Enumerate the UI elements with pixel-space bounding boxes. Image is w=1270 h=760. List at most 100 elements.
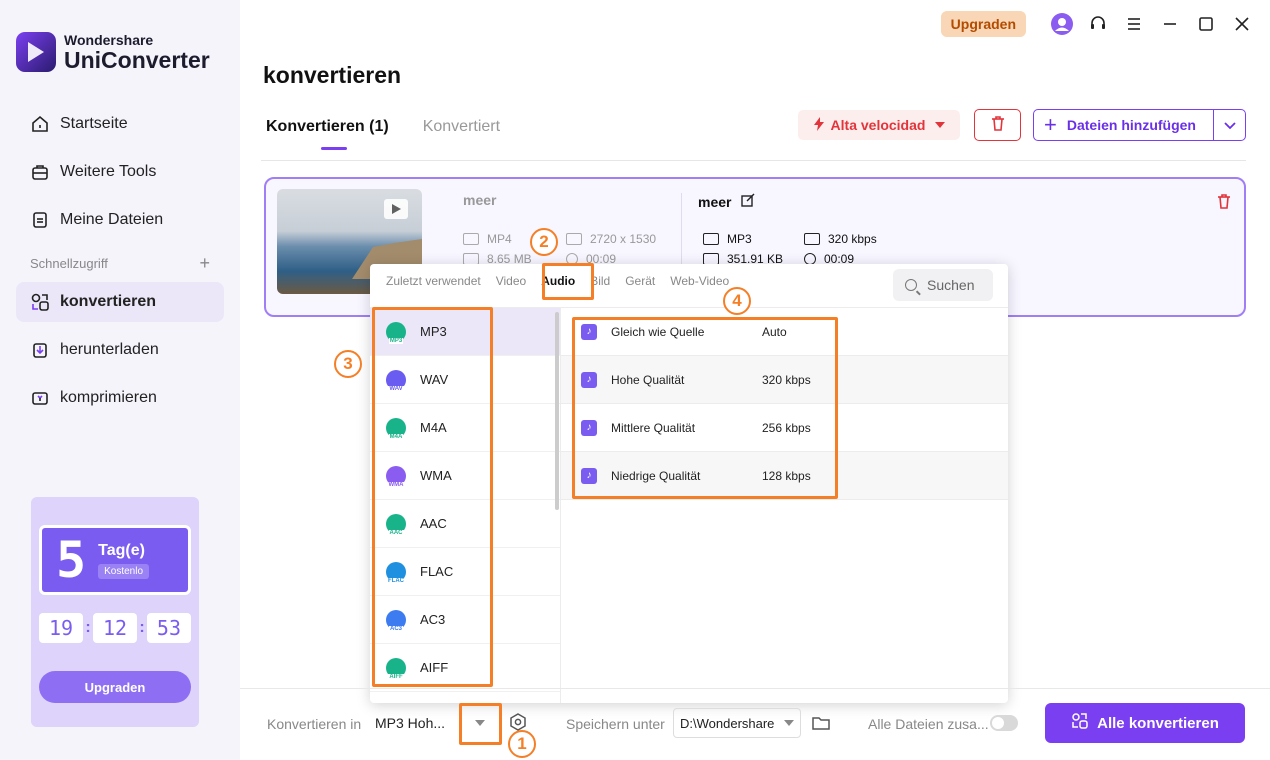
annotation-number-4: 4 (723, 287, 751, 315)
play-icon[interactable] (384, 199, 408, 219)
target-format-value: MP3 (727, 232, 752, 246)
tab-video[interactable]: Video (496, 274, 526, 294)
annotation-box-4 (572, 317, 838, 499)
chevron-down-icon (935, 122, 946, 128)
save-path-select[interactable]: D:\Wondershare (673, 708, 801, 738)
download-icon (30, 340, 50, 360)
home-icon (30, 114, 50, 134)
timer-hours: 19 (39, 613, 83, 643)
quick-access-section: Schnellzugriff + (16, 248, 224, 278)
menu-icon[interactable] (1120, 10, 1148, 38)
sidebar: Wondershare UniConverter Startseite Weit… (0, 0, 240, 760)
trial-days-panel: 5 Tag(e) Kostenlo (39, 525, 191, 595)
maximize-icon[interactable] (1192, 10, 1220, 38)
sidebar-item-meine-dateien[interactable]: Meine Dateien (16, 200, 224, 240)
timer-separator: : (85, 619, 91, 636)
save-to-label: Speichern unter (566, 716, 665, 732)
brand: Wondershare UniConverter (16, 32, 210, 72)
plus-icon[interactable]: + (199, 253, 210, 274)
save-path-value: D:\Wondershare (680, 715, 775, 731)
quick-access-label: Schnellzugriff (30, 255, 108, 271)
trash-icon[interactable] (1216, 193, 1232, 214)
target-bitrate-value: 320 kbps (828, 232, 877, 246)
convert-icon (1071, 712, 1089, 734)
main-tabs: Konvertieren (1) Konvertiert (266, 118, 534, 150)
delete-all-button[interactable] (974, 109, 1021, 141)
tab-web-video[interactable]: Web-Video (670, 274, 729, 294)
toolbox-icon (30, 162, 50, 182)
convert-icon (30, 292, 50, 312)
trial-days-label: Tag(e) (98, 541, 145, 559)
image-icon (566, 233, 582, 245)
source-resolution: 2720 x 1530 (566, 232, 656, 246)
annotation-box-1 (459, 703, 502, 745)
add-files-main[interactable]: + Dateien hinzufügen (1034, 110, 1213, 140)
title-bar: Upgraden (940, 10, 1256, 38)
sidebar-item-komprimieren[interactable]: komprimieren (16, 378, 224, 418)
promo-upgrade-button[interactable]: Upgraden (39, 671, 191, 703)
tab-geraet[interactable]: Gerät (625, 274, 655, 294)
upgrade-button[interactable]: Upgraden (940, 11, 1026, 37)
add-files-label: Dateien hinzufügen (1066, 117, 1196, 133)
timer-minutes: 12 (92, 613, 137, 643)
annotation-box-3 (372, 307, 493, 687)
brand-big: UniConverter (64, 46, 210, 73)
trial-promo: 5 Tag(e) Kostenlo 19 : 12 : 53 Upgraden (31, 497, 199, 727)
search-label: Suchen (927, 277, 975, 293)
merge-files-toggle[interactable] (990, 715, 1018, 731)
minimize-icon[interactable] (1156, 10, 1184, 38)
convert-all-button[interactable]: Alle konvertieren (1045, 703, 1245, 743)
annotation-number-1: 1 (508, 730, 536, 758)
merge-files-label: Alle Dateien zusa... (868, 716, 989, 732)
format-list-scrollbar[interactable] (555, 312, 559, 510)
timer-seconds: 53 (146, 613, 191, 643)
speed-label: Alta velocidad (830, 117, 926, 133)
video-icon (463, 233, 479, 245)
annotation-box-2 (542, 263, 594, 300)
folder-icon[interactable] (812, 715, 830, 736)
trash-icon (990, 115, 1006, 136)
tab-konvertiert[interactable]: Konvertiert (423, 118, 500, 144)
timer-separator: : (139, 619, 145, 636)
target-bitrate: 320 kbps (804, 232, 877, 246)
target-file-name: meer (698, 193, 732, 210)
source-format: MP4 (463, 232, 512, 246)
sidebar-item-label: Weitere Tools (60, 163, 157, 180)
trial-days-number: 5 (56, 531, 87, 589)
tabs-divider (261, 160, 1246, 161)
page-title: konvertieren (263, 62, 402, 88)
brand-small: Wondershare (64, 31, 154, 48)
tab-zuletzt-verwendet[interactable]: Zuletzt verwendet (386, 274, 481, 294)
format-search-input[interactable]: Suchen (893, 269, 993, 301)
sidebar-item-label: konvertieren (60, 293, 157, 310)
app-logo (16, 32, 56, 72)
tab-konvertieren[interactable]: Konvertieren (1) (266, 118, 389, 150)
target-format: MP3 (703, 232, 752, 246)
close-icon[interactable] (1228, 10, 1256, 38)
sidebar-item-label: herunterladen (60, 341, 159, 358)
annotation-number-2: 2 (530, 228, 558, 256)
sidebar-item-label: Startseite (60, 115, 128, 132)
edit-icon[interactable] (741, 193, 755, 210)
sidebar-item-herunterladen[interactable]: herunterladen (16, 330, 224, 370)
source-resolution-value: 2720 x 1530 (590, 232, 657, 246)
sidebar-nav: Startseite Weitere Tools Meine Dateien S… (16, 104, 224, 426)
file-icon (30, 210, 50, 230)
add-files-button[interactable]: + Dateien hinzufügen (1033, 109, 1246, 141)
source-format-value: MP4 (487, 232, 512, 246)
sidebar-item-label: Meine Dateien (60, 211, 164, 228)
sidebar-item-weitere-tools[interactable]: Weitere Tools (16, 152, 224, 192)
trial-free-badge: Kostenlo (98, 563, 150, 579)
headset-icon[interactable] (1084, 10, 1112, 38)
speed-button[interactable]: Alta velocidad (798, 110, 960, 140)
convert-all-label: Alle konvertieren (1097, 714, 1219, 732)
add-files-dropdown[interactable] (1213, 110, 1245, 140)
target-file-name-row: meer (698, 193, 755, 210)
sidebar-item-konvertieren[interactable]: konvertieren (16, 282, 224, 322)
avatar-icon[interactable] (1048, 10, 1076, 38)
annotation-number-3: 3 (334, 350, 362, 378)
sidebar-item-startseite[interactable]: Startseite (16, 104, 224, 144)
bottom-divider (240, 688, 1270, 689)
lightning-icon (813, 116, 825, 134)
compress-icon (30, 388, 50, 408)
